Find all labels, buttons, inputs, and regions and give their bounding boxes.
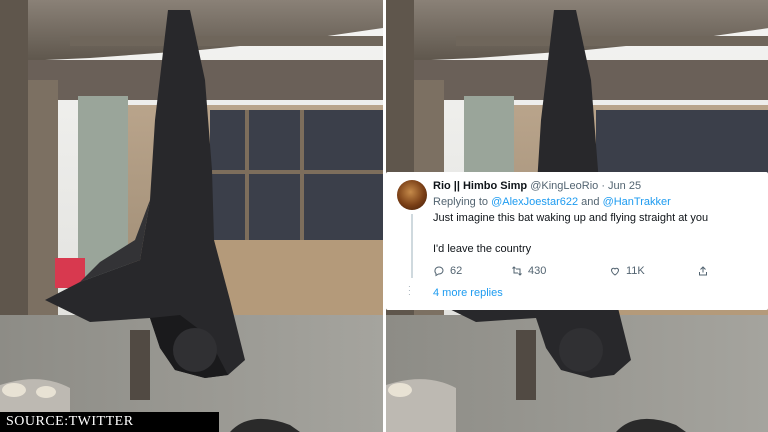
share-icon [699, 266, 707, 276]
tweet-actions: 62 430 11K [433, 265, 733, 279]
bat-photo [0, 0, 383, 432]
avatar[interactable] [397, 180, 427, 210]
more-replies-link[interactable]: 4 more replies [433, 287, 503, 299]
source-label: SOURCE:TWITTER [0, 412, 219, 432]
replying-to: Replying to @AlexJoestar622 and @HanTrak… [433, 196, 671, 208]
like-icon [610, 267, 620, 276]
tweet-text-line-2: I'd leave the country [433, 243, 532, 255]
thread-dots-icon: · · · [408, 282, 411, 299]
photo-left: SOURCE:TWITTER [0, 0, 383, 432]
tweet-text-line-1: Just imagine this bat waking up and flyi… [433, 212, 709, 224]
thread-line [411, 214, 413, 278]
replying-joiner: and [578, 196, 603, 208]
share-button[interactable] [697, 265, 709, 277]
reply-button[interactable]: 62 [433, 265, 462, 277]
retweet-button[interactable]: 430 [511, 265, 546, 277]
tweet-author-name[interactable]: Rio || Himbo Simp [433, 180, 527, 192]
mention-link-2[interactable]: @HanTrakker [603, 196, 671, 208]
tweet-header: Rio || Himbo Simp @KingLeoRio · Jun 25 [433, 180, 641, 192]
mention-link-1[interactable]: @AlexJoestar622 [491, 196, 578, 208]
reply-icon [434, 266, 444, 277]
reply-count: 62 [450, 265, 463, 277]
retweet-icon [512, 266, 522, 276]
retweet-count: 430 [528, 265, 547, 277]
like-button[interactable]: 11K [609, 265, 645, 277]
like-count: 11K [626, 265, 645, 277]
tweet-card[interactable]: · · · Rio || Himbo Simp @KingLeoRio · Jun … [386, 172, 768, 310]
tweet-handle-meta: @KingLeoRio · Jun 25 [530, 180, 642, 192]
replying-prefix: Replying to [433, 196, 492, 208]
